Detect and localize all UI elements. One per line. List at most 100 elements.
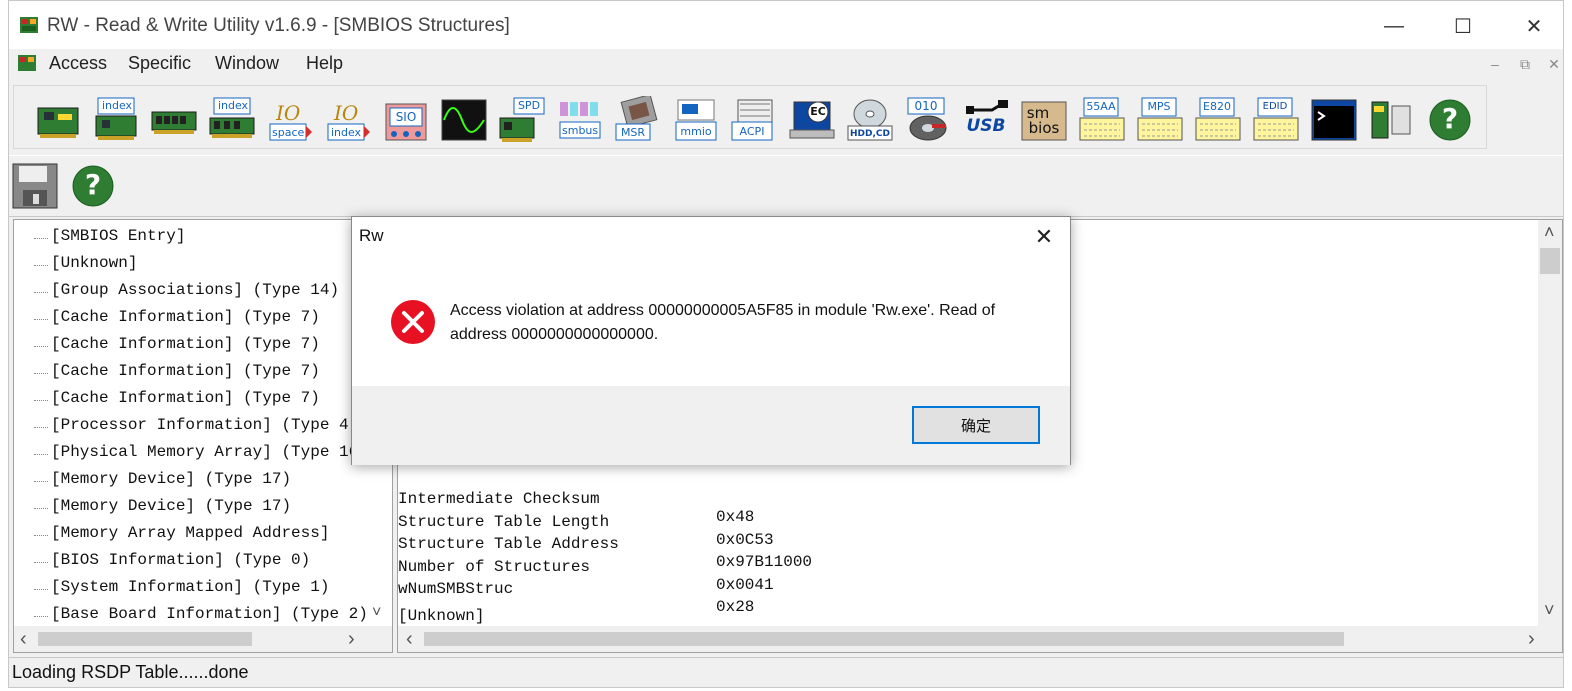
device-button[interactable]	[1368, 96, 1416, 144]
help-button[interactable]: ?	[69, 162, 117, 210]
io-index-button[interactable]: IO index	[324, 96, 372, 144]
superio-button[interactable]: SIO	[382, 96, 430, 144]
tree-scroll-thumb[interactable]	[38, 632, 252, 646]
about-glyph: ?	[1441, 102, 1459, 135]
mps-label: MPS	[1147, 100, 1171, 113]
tree-connector	[34, 427, 48, 428]
menu-access[interactable]: Access	[49, 53, 107, 74]
menu-window[interactable]: Window	[215, 53, 279, 74]
memory-button[interactable]	[150, 96, 198, 144]
waveform-button[interactable]	[440, 96, 488, 144]
menu-bar: Access Specific Window Help – ⧉ ✕	[9, 49, 1563, 79]
error-dialog: Rw ✕ Access violation at address 0000000…	[351, 216, 1071, 465]
edid-button[interactable]: EDID	[1252, 96, 1300, 144]
hdd-cd-label: HDD,CD	[850, 129, 890, 139]
tree-scroll-down-arrow[interactable]: ˅	[372, 604, 381, 622]
detail-key: wNumSMBStruc	[398, 580, 514, 598]
pci-index-button[interactable]: index	[92, 96, 140, 144]
acpi-button[interactable]: ACPI	[730, 96, 778, 144]
tree-item-label: [Physical Memory Array] (Type 16)	[51, 443, 368, 461]
svg-text:IO: IO	[333, 101, 358, 125]
tree-connector	[34, 400, 48, 401]
usb-button[interactable]: USB	[962, 96, 1010, 144]
mdi-child-icon[interactable]	[17, 53, 37, 73]
mdi-close-button[interactable]: ✕	[1544, 55, 1564, 73]
tree-connector	[34, 535, 48, 536]
maximize-button[interactable]: ☐	[1440, 9, 1486, 43]
detail-vertical-scrollbar[interactable]: ˄ ˅	[1538, 220, 1562, 626]
tree-connector	[34, 508, 48, 509]
mdi-minimize-button[interactable]: –	[1485, 55, 1505, 73]
command-button[interactable]	[1310, 96, 1358, 144]
detail-scroll-up-arrow[interactable]: ˄	[1544, 222, 1555, 243]
tree-horizontal-scrollbar[interactable]: ‹ ›	[14, 626, 392, 652]
e820-button[interactable]: E820	[1194, 96, 1242, 144]
oprom-55aa-button[interactable]: 55AA	[1078, 96, 1126, 144]
smbus-button[interactable]: smbus	[556, 96, 604, 144]
window-title: RW - Read & Write Utility v1.6.9 - [SMBI…	[47, 15, 510, 36]
about-button[interactable]: ?	[1426, 96, 1474, 144]
tree-item-label: [Group Associations] (Type 14)	[51, 281, 340, 299]
memory-index-button[interactable]: index	[208, 96, 256, 144]
tree-item-label: [Memory Array Mapped Address]	[51, 524, 330, 542]
mmio-button[interactable]: mmio	[672, 96, 720, 144]
tree-scroll-left-arrow[interactable]: ‹	[20, 628, 27, 651]
detail-value: 0x97B11000	[716, 553, 813, 571]
ec-label: EC	[810, 105, 826, 118]
pci-button[interactable]	[34, 96, 82, 144]
help-glyph: ?	[84, 168, 102, 201]
detail-vscroll-thumb[interactable]	[1540, 248, 1560, 274]
structure-tree: [SMBIOS Entry] [Unknown] [Group Associat…	[13, 219, 393, 653]
dialog-footer: 确定	[352, 386, 1070, 465]
detail-scroll-left-arrow[interactable]: ‹	[406, 628, 413, 651]
disk-010-label: 010	[914, 99, 938, 113]
detail-hscroll-thumb[interactable]	[424, 632, 1344, 646]
mps-button[interactable]: MPS	[1136, 96, 1184, 144]
acpi-label: ACPI	[739, 125, 765, 138]
save-button[interactable]	[11, 162, 59, 210]
dialog-title: Rw	[359, 226, 384, 245]
ok-button[interactable]: 确定	[912, 406, 1040, 444]
tree-scroll-right-arrow[interactable]: ›	[348, 628, 355, 651]
io-space-button[interactable]: IO space	[266, 96, 314, 144]
detail-scroll-right-arrow[interactable]: ›	[1528, 628, 1535, 651]
disk-editor-button[interactable]: 010	[904, 96, 952, 144]
status-text: Loading RSDP Table......done	[12, 662, 249, 682]
hdd-cd-button[interactable]: HDD,CD	[846, 96, 894, 144]
dialog-close-button[interactable]: ✕	[1026, 221, 1062, 253]
smbios-button[interactable]: sm bios	[1020, 96, 1068, 144]
msr-button[interactable]: MSR	[614, 93, 662, 144]
device-board-icon	[1371, 101, 1411, 139]
floppy-save-icon	[12, 163, 58, 209]
detail-horizontal-scrollbar[interactable]: ‹ ›	[398, 626, 1562, 652]
ec-button[interactable]: EC	[788, 96, 836, 144]
minimize-button[interactable]: —	[1371, 9, 1417, 43]
tree-connector	[34, 373, 48, 374]
detail-value: 0x0041	[716, 576, 774, 594]
tree-item-label: [SMBIOS Entry]	[51, 227, 186, 245]
menu-specific[interactable]: Specific	[128, 53, 191, 74]
detail-scroll-down-arrow[interactable]: ˅	[1544, 600, 1555, 621]
close-button[interactable]: ✕	[1511, 9, 1557, 43]
tree-connector	[34, 589, 48, 590]
oprom-55aa-label: 55AA	[1086, 100, 1116, 113]
tree-item-label: [BIOS Information] (Type 0)	[51, 551, 311, 569]
error-icon	[391, 300, 435, 344]
superio-label: SIO	[395, 110, 417, 124]
spd-button[interactable]: SPD	[498, 96, 546, 144]
detail-value: 0x48	[716, 508, 755, 526]
tree-item-label: [Cache Information] (Type 7)	[51, 308, 320, 326]
menu-help[interactable]: Help	[306, 53, 343, 74]
title-bar: RW - Read & Write Utility v1.6.9 - [SMBI…	[9, 1, 1563, 49]
edid-label: EDID	[1262, 101, 1288, 112]
tree-connector	[34, 292, 48, 293]
tree-item-label: [Memory Device] (Type 17)	[51, 470, 292, 488]
tree-item-label: [Processor Information] (Type 4)	[51, 416, 359, 434]
tree-item-label: [Base Board Information] (Type 2)	[51, 605, 368, 623]
tree-connector	[34, 616, 48, 617]
pci-card-icon	[37, 107, 79, 138]
laptop-ec-icon	[789, 101, 835, 139]
tree-item-label: [Unknown]	[51, 254, 138, 272]
mdi-restore-button[interactable]: ⧉	[1515, 55, 1535, 73]
msr-label: MSR	[620, 126, 646, 139]
